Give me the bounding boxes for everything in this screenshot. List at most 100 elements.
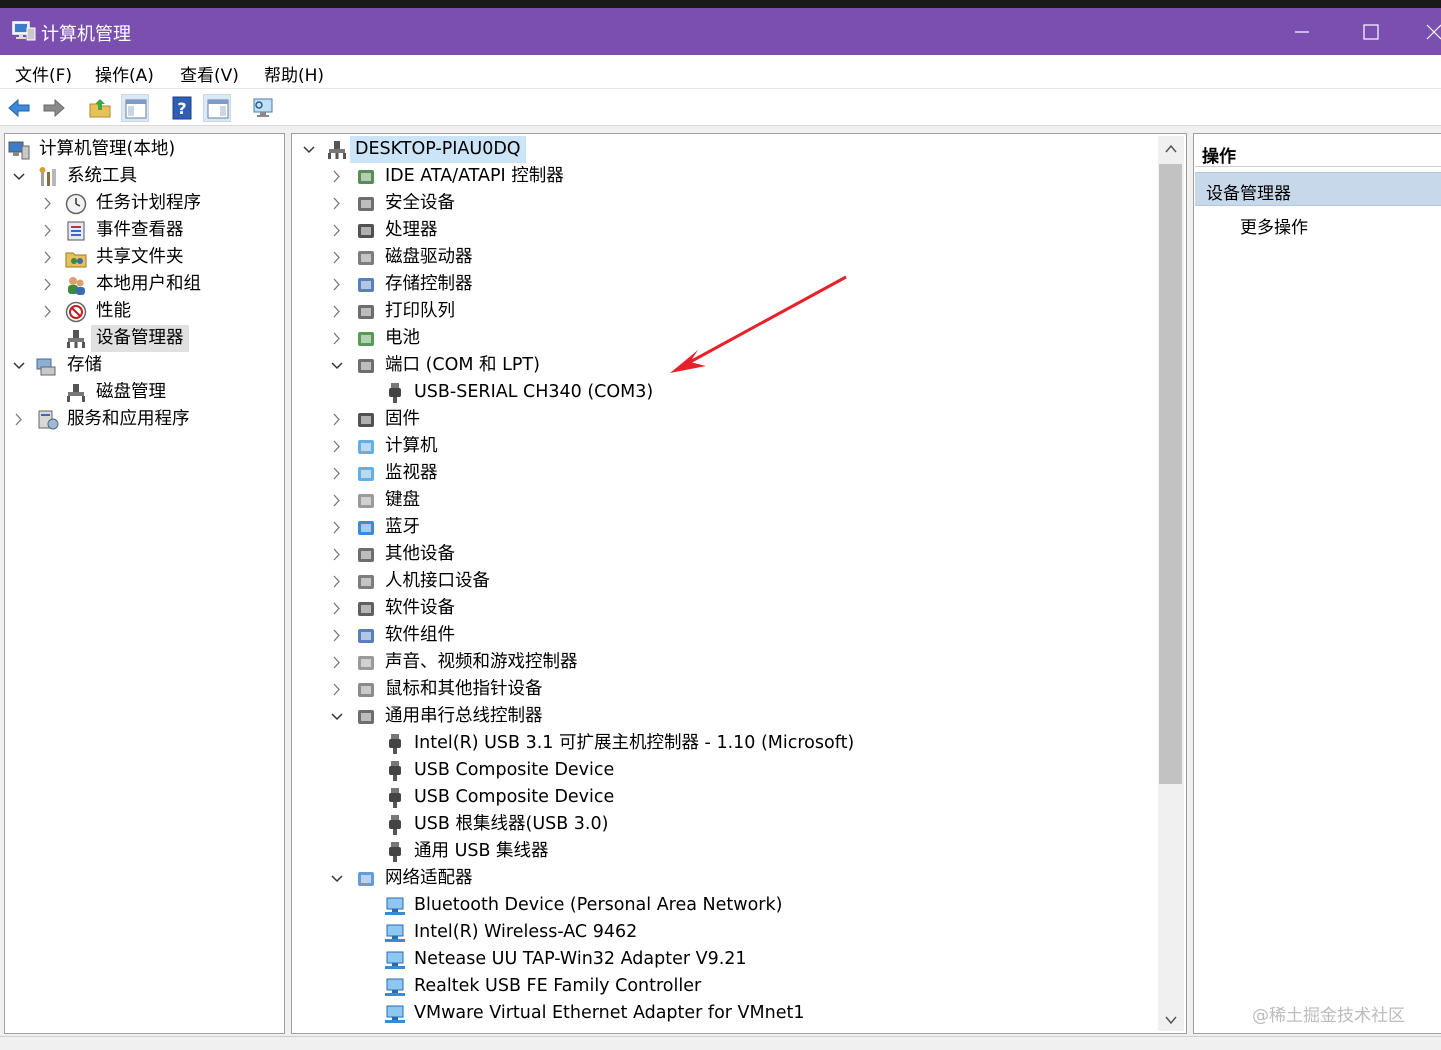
close-button[interactable] [1425,20,1441,44]
device-item-label: Bluetooth Device (Personal Area Network) [414,895,783,915]
device-category-label: 磁盘驱动器 [385,247,473,267]
device-category-label: 监视器 [385,463,438,483]
print-queue-icon [358,305,374,319]
chevron-right-icon[interactable] [330,406,344,433]
device-category-label: 安全设备 [385,193,455,213]
device-tree-root-label: DESKTOP-PIAU0DQ [350,136,526,163]
device-category-label: 电池 [385,328,420,348]
chevron-down-icon[interactable] [330,703,344,730]
mouse-icon [358,683,374,697]
chevron-right-icon[interactable] [41,244,55,271]
status-bar [0,1036,1441,1050]
menu-view[interactable]: 查看(V) [180,61,239,86]
device-category-label: 软件设备 [385,598,455,618]
processor-icon [358,224,374,238]
chevron-right-icon[interactable] [330,676,344,703]
software-component-icon [358,629,374,643]
chevron-down-icon[interactable] [12,163,26,190]
chevron-right-icon[interactable] [330,514,344,541]
action-section-device-manager[interactable]: 设备管理器 [1195,172,1441,206]
chevron-right-icon[interactable] [330,271,344,298]
disk-drive-icon [358,251,374,265]
console-tree-icon [125,99,147,119]
monitor-scan-icon [253,98,273,117]
tree-label: 共享文件夹 [96,247,184,267]
more-actions-link[interactable]: 更多操作 [1240,213,1308,238]
audio-icon [358,656,374,670]
menu-help[interactable]: 帮助(H) [264,61,324,86]
chevron-down-icon[interactable] [12,352,26,379]
bluetooth-icon [358,521,374,535]
device-category-label: 其他设备 [385,544,455,564]
device-item-label: Intel(R) USB 3.1 可扩展主机控制器 - 1.10 (Micros… [414,733,855,753]
tree-label: 服务和应用程序 [67,409,190,429]
chevron-right-icon[interactable] [330,487,344,514]
chevron-right-icon[interactable] [330,595,344,622]
help-button[interactable]: ? [168,94,196,122]
device-category-label: 存储控制器 [385,274,473,294]
device-category-label: 通用串行总线控制器 [385,706,543,726]
chevron-right-icon[interactable] [41,271,55,298]
chevron-right-icon[interactable] [330,541,344,568]
chevron-right-icon[interactable] [330,163,344,190]
device-category-label: 网络适配器 [385,868,473,888]
device-category-label: 计算机 [385,436,438,456]
menu-bar: 文件(F) 操作(A) 查看(V) 帮助(H) [0,55,1441,89]
menu-action[interactable]: 操作(A) [95,61,154,86]
tools-icon [39,167,56,186]
network-adapter-icon [385,951,405,969]
device-item-label: USB 根集线器(USB 3.0) [414,814,609,834]
chevron-right-icon[interactable] [41,298,55,325]
back-button[interactable] [5,94,33,122]
show-hide-action-pane-button[interactable] [203,94,231,122]
scroll-up-icon[interactable] [1164,142,1178,156]
chevron-right-icon[interactable] [330,325,344,352]
chevron-right-icon[interactable] [330,649,344,676]
chevron-right-icon[interactable] [12,406,26,433]
vertical-scrollbar[interactable] [1158,136,1184,1031]
chevron-down-icon[interactable] [302,136,316,163]
chevron-right-icon[interactable] [330,568,344,595]
device-category-label: 声音、视频和游戏控制器 [385,652,578,672]
menu-file[interactable]: 文件(F) [15,61,72,86]
device-item-label: VMware Virtual Ethernet Adapter for VMne… [414,1003,805,1023]
usb-controller-icon [358,710,374,724]
chevron-right-icon[interactable] [330,190,344,217]
forward-button[interactable] [40,94,68,122]
device-category-label: 固件 [385,409,420,429]
red-annotation-arrow [670,275,847,373]
chevron-down-icon[interactable] [330,865,344,892]
scan-hardware-button[interactable] [249,94,277,122]
computer-management-icon [12,21,36,41]
up-level-button[interactable] [86,94,114,122]
chevron-right-icon[interactable] [330,622,344,649]
chevron-right-icon[interactable] [330,460,344,487]
device-category-label: 处理器 [385,220,438,240]
network-adapter-icon [385,897,405,915]
chevron-right-icon[interactable] [41,217,55,244]
chevron-right-icon[interactable] [330,217,344,244]
usb-plug-icon [389,734,401,754]
tree-label: 事件查看器 [96,220,184,240]
chevron-right-icon[interactable] [330,433,344,460]
device-category-label: 人机接口设备 [385,571,490,591]
maximize-button[interactable] [1357,20,1385,44]
hid-icon [358,575,374,589]
scrollbar-thumb[interactable] [1159,164,1182,784]
show-hide-tree-button[interactable] [121,94,149,122]
serial-port-icon [389,383,401,403]
tree-label: 性能 [96,301,131,321]
minimize-button[interactable] [1288,20,1316,44]
chevron-right-icon[interactable] [330,244,344,271]
arrow-left-icon [8,98,30,118]
storage-icon [36,358,56,376]
chevron-down-icon[interactable] [330,352,344,379]
clock-icon [65,193,87,215]
action-pane-icon [207,99,229,119]
chevron-right-icon[interactable] [330,298,344,325]
action-pane: 操作 设备管理器 更多操作 [1193,133,1441,1034]
device-item-label: Netease UU TAP-Win32 Adapter V9.21 [414,949,747,969]
chevron-right-icon[interactable] [41,190,55,217]
scroll-down-icon[interactable] [1164,1013,1178,1027]
battery-icon [358,332,374,346]
